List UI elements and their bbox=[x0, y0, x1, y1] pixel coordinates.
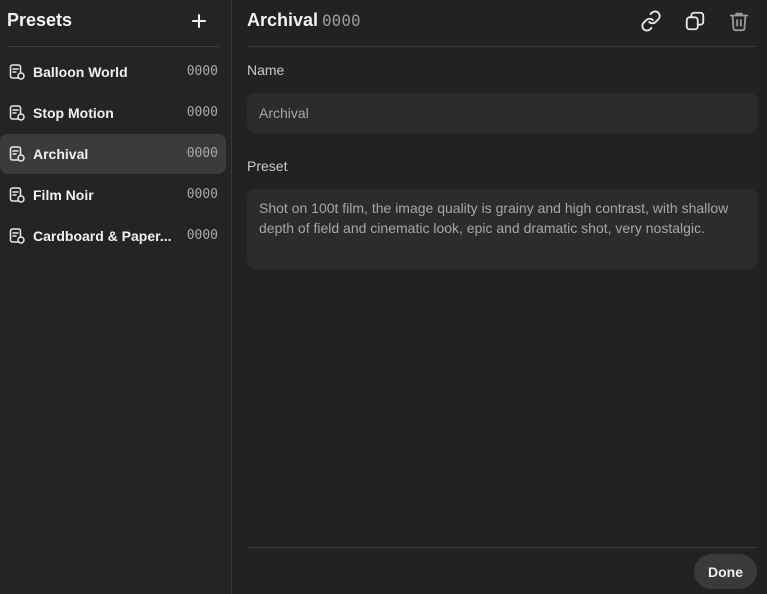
editor-title-code: 0000 bbox=[322, 11, 361, 30]
done-button[interactable]: Done bbox=[694, 554, 757, 589]
preset-item-code: 0000 bbox=[186, 146, 218, 161]
preset-item-stop-motion[interactable]: Stop Motion 0000 bbox=[0, 93, 226, 133]
preset-document-icon bbox=[9, 146, 25, 162]
preset-item-code: 0000 bbox=[186, 228, 218, 243]
preset-item-film-noir[interactable]: Film Noir 0000 bbox=[0, 175, 226, 215]
preset-document-icon bbox=[9, 228, 25, 244]
plus-icon bbox=[192, 14, 206, 28]
presets-sidebar: Presets Balloon World 0000 Stop Motion 0… bbox=[0, 0, 232, 594]
footer-divider bbox=[247, 547, 757, 548]
preset-item-balloon-world[interactable]: Balloon World 0000 bbox=[0, 52, 226, 92]
preset-item-label: Film Noir bbox=[33, 187, 94, 203]
preset-item-code: 0000 bbox=[186, 105, 218, 120]
link-icon bbox=[641, 10, 661, 32]
preset-item-cardboard-paper[interactable]: Cardboard & Paper... 0000 bbox=[0, 216, 226, 256]
preset-item-label: Archival bbox=[33, 146, 89, 162]
preset-item-label: Cardboard & Paper... bbox=[33, 228, 172, 244]
copy-icon bbox=[685, 11, 705, 31]
trash-icon bbox=[729, 12, 749, 32]
preset-item-code: 0000 bbox=[186, 187, 218, 202]
delete-button[interactable] bbox=[727, 9, 751, 33]
duplicate-button[interactable] bbox=[683, 9, 707, 33]
preset-document-icon bbox=[9, 64, 25, 80]
copy-link-button[interactable] bbox=[639, 9, 663, 33]
editor-header: Archival 0000 bbox=[247, 0, 757, 47]
preset-item-label: Stop Motion bbox=[33, 105, 114, 121]
name-field[interactable]: Archival bbox=[247, 93, 757, 133]
name-label: Name bbox=[247, 62, 285, 78]
preset-item-code: 0000 bbox=[186, 64, 218, 79]
preset-item-label: Balloon World bbox=[33, 64, 128, 80]
editor-title: Archival 0000 bbox=[247, 10, 361, 31]
preset-item-archival[interactable]: Archival 0000 bbox=[0, 134, 226, 174]
preset-document-icon bbox=[9, 187, 25, 203]
editor-title-text: Archival bbox=[247, 10, 319, 30]
preset-textarea[interactable]: Shot on 100t film, the image quality is … bbox=[247, 189, 757, 269]
preset-document-icon bbox=[9, 105, 25, 121]
add-preset-button[interactable] bbox=[187, 9, 211, 33]
sidebar-title: Presets bbox=[7, 10, 73, 30]
presets-window: Presets Balloon World 0000 Stop Motion 0… bbox=[0, 0, 767, 594]
sidebar-header: Presets bbox=[7, 0, 219, 47]
preset-label: Preset bbox=[247, 158, 288, 174]
preset-list: Balloon World 0000 Stop Motion 0000 Arch… bbox=[0, 52, 232, 257]
preset-editor: Archival 0000 Name Archival Preset Shot … bbox=[247, 0, 757, 594]
